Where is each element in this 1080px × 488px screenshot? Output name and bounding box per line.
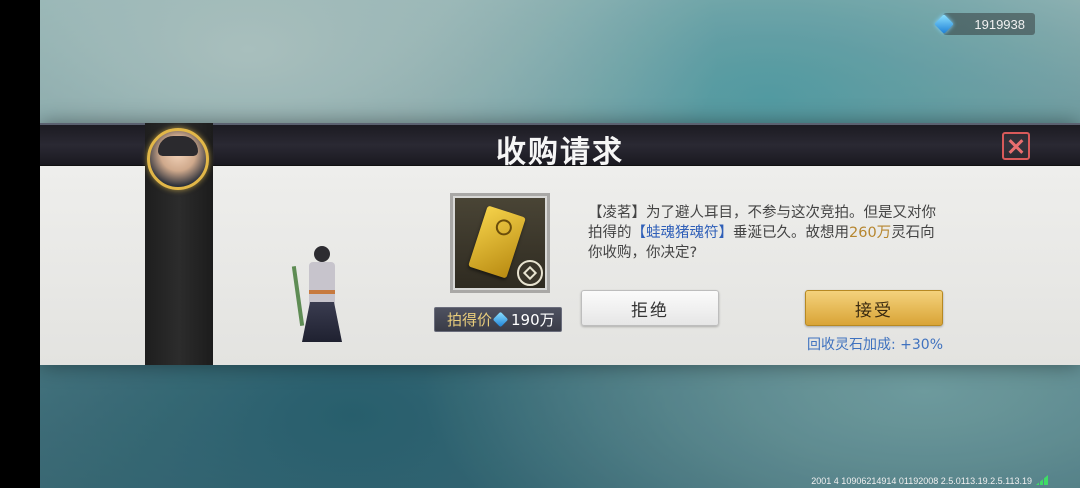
figure-staff: [291, 266, 305, 326]
reject-button[interactable]: 拒绝: [581, 290, 719, 326]
npc-hair: [158, 136, 198, 156]
speaker-name: 【凌茗】: [588, 205, 646, 221]
recycle-bonus-text: 回收灵石加成: +30%: [806, 337, 943, 353]
npc-portrait-icon: [147, 128, 209, 190]
request-message: 【凌茗】为了避人耳目，不参与这次竞拍。但是又对你拍得的【蛙魂猪魂符】垂涎已久。故…: [588, 203, 948, 263]
message-part-2: 垂涎已久。故想用: [733, 225, 849, 241]
currency-display: 1919938: [934, 13, 1035, 35]
currency-amount: 1919938: [974, 16, 1025, 32]
accept-button[interactable]: 接受: [805, 290, 943, 326]
figure-torso: [309, 262, 335, 304]
item-name-link: 【蛙魂猪魂符】: [631, 225, 734, 241]
spirit-stone-gem-icon: [492, 311, 509, 328]
figure-belt: [309, 290, 335, 294]
npc-full-figure: [291, 246, 352, 346]
auction-price: 拍得价 190万: [434, 307, 562, 332]
offer-amount: 260万: [849, 225, 892, 241]
figure-head: [314, 246, 330, 262]
item-slot[interactable]: [450, 193, 550, 293]
close-icon[interactable]: [1002, 132, 1030, 160]
price-label: 拍得价: [447, 311, 493, 329]
build-info: 2001 4 10906214914 01192008 2.5.0113.19.…: [811, 476, 1032, 486]
figure-robe: [302, 302, 342, 342]
purchase-request-dialog: 收购请求 拍得价 190万 【凌茗】为了避人耳目，不参与这次竞拍。但是又对你拍得…: [40, 123, 1080, 365]
price-value: 190万: [511, 311, 555, 329]
item-rank-badge-icon: [517, 260, 543, 286]
